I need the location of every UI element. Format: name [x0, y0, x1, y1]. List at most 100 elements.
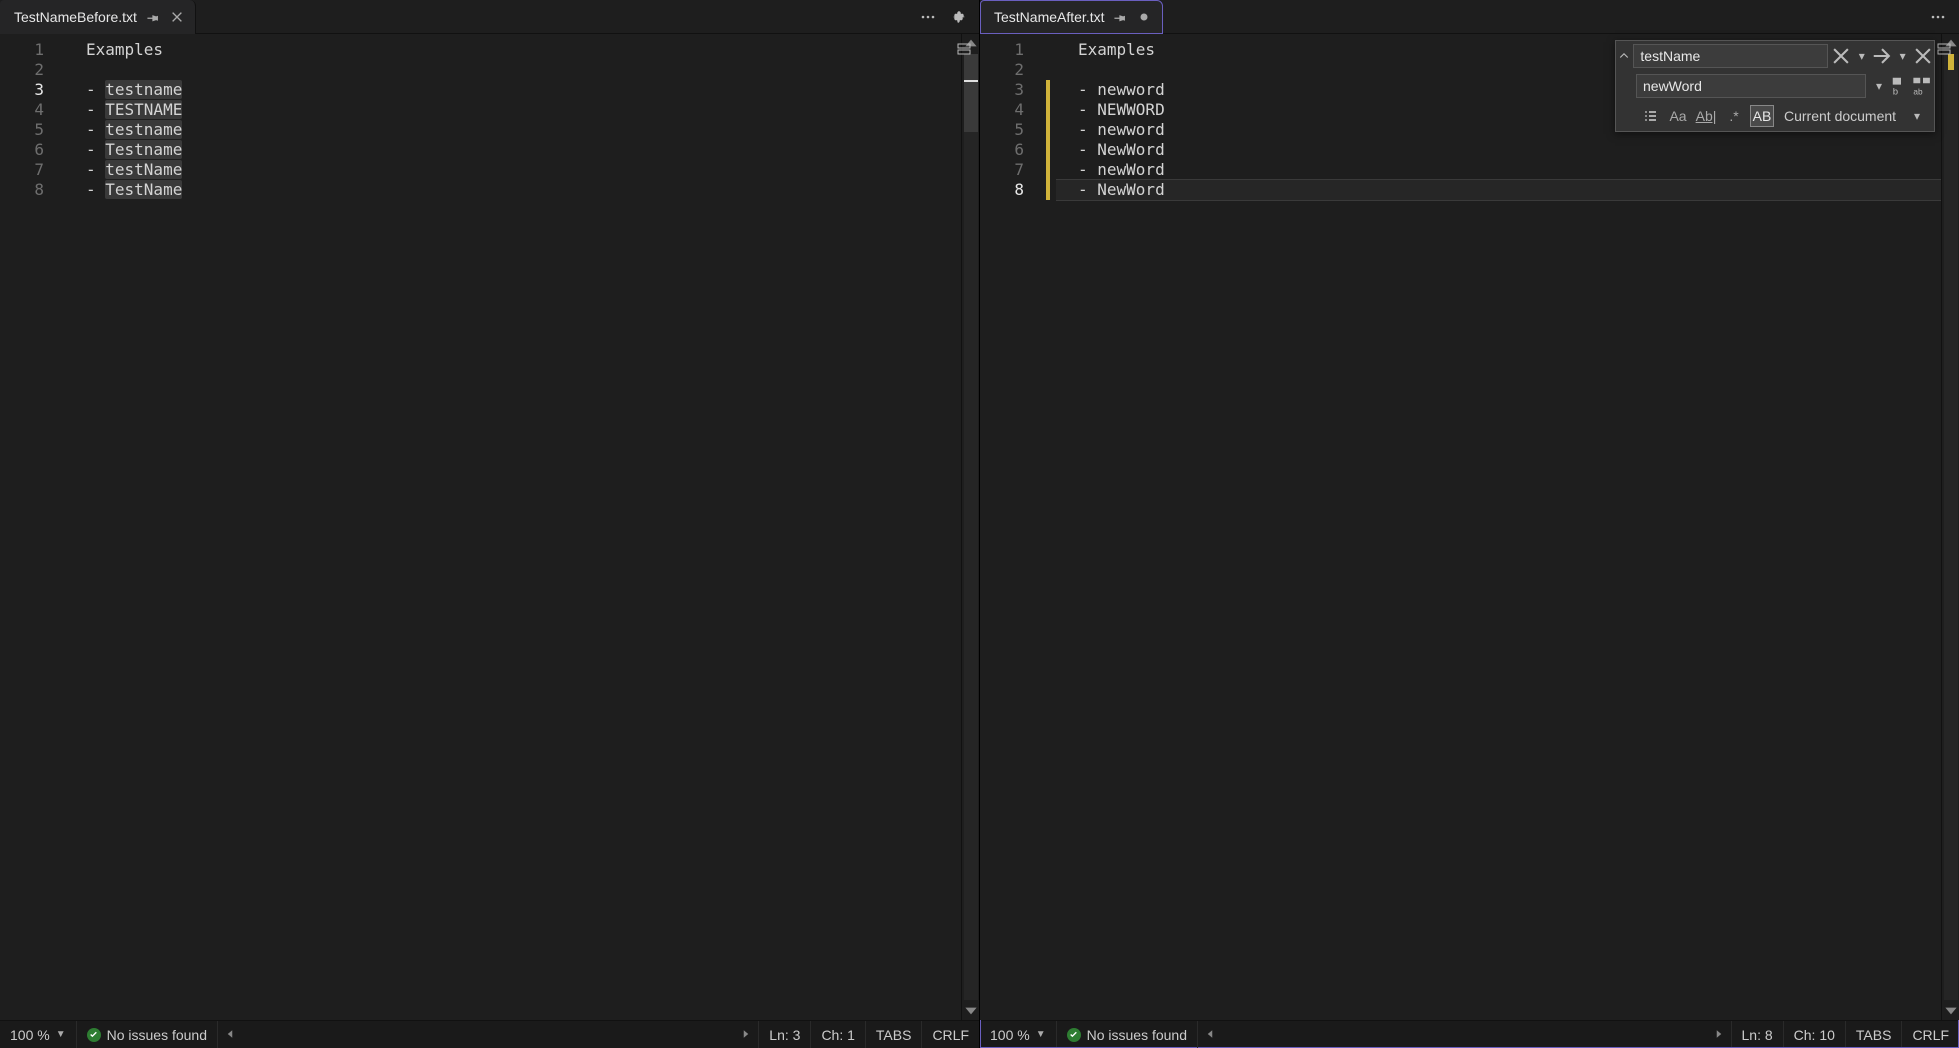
- line-number: 4: [0, 100, 64, 120]
- chevron-down-icon[interactable]: ▾: [1852, 44, 1871, 68]
- line-number: 5: [980, 120, 1044, 140]
- editor-right[interactable]: 12345678 Examples- newword- NEWWORD- new…: [980, 34, 1959, 1020]
- change-marker: [1046, 160, 1050, 180]
- line-number: 1: [0, 40, 64, 60]
- scroll-track[interactable]: [1944, 54, 1958, 1000]
- search-input[interactable]: [1633, 44, 1828, 68]
- status-bar-right: 100 % ▼ No issues found Ln: 8 Ch: 10 TAB…: [980, 1020, 1959, 1048]
- code-line[interactable]: - TESTNAME: [64, 100, 961, 120]
- check-icon: [87, 1028, 101, 1042]
- tab-label: TestNameBefore.txt: [14, 9, 137, 25]
- line-number: 2: [980, 60, 1044, 80]
- match-case-toggle[interactable]: Aa: [1666, 105, 1690, 127]
- scroll-left-icon[interactable]: [1204, 1027, 1216, 1043]
- tab-testnamebefore[interactable]: TestNameBefore.txt: [0, 0, 196, 34]
- chevron-down-icon[interactable]: ▾: [1868, 74, 1890, 98]
- scope-list-icon[interactable]: [1638, 105, 1662, 127]
- code-line[interactable]: - testName: [64, 160, 961, 180]
- code-line[interactable]: - newWord: [1056, 160, 1941, 180]
- code-line[interactable]: Examples: [64, 40, 961, 60]
- replace-all-icon[interactable]: [1912, 74, 1934, 98]
- preserve-case-toggle[interactable]: AB: [1750, 105, 1774, 127]
- change-marker: [1046, 180, 1050, 200]
- pin-icon[interactable]: [1112, 9, 1128, 25]
- status-bar-left: 100 % ▼ No issues found Ln: 3 Ch: 1 TABS…: [0, 1020, 979, 1048]
- line-number-gutter: 12345678: [980, 34, 1044, 1020]
- change-marker: [1046, 60, 1050, 80]
- column-indicator[interactable]: Ch: 1: [810, 1021, 864, 1048]
- indent-mode[interactable]: TABS: [1845, 1021, 1902, 1048]
- code-area[interactable]: Examples- testname- TESTNAME- testname- …: [64, 34, 961, 1020]
- highlighted-text: testname: [105, 80, 182, 99]
- code-line[interactable]: - NewWord: [1056, 140, 1941, 160]
- collapse-icon[interactable]: [1616, 50, 1631, 62]
- scroll-track[interactable]: [964, 54, 978, 1000]
- chevron-down-icon[interactable]: ▾: [1906, 104, 1928, 128]
- line-number: 8: [980, 180, 1044, 200]
- tab-label: TestNameAfter.txt: [994, 9, 1104, 25]
- replace-next-icon[interactable]: [1890, 74, 1912, 98]
- unsaved-dot-icon[interactable]: [1136, 9, 1152, 25]
- more-icon[interactable]: [917, 6, 939, 28]
- code-line[interactable]: - testname: [64, 120, 961, 140]
- zoom-level[interactable]: 100 % ▼: [0, 1021, 76, 1048]
- line-number: 5: [0, 120, 64, 140]
- horizontal-scrollbar[interactable]: [217, 1021, 758, 1048]
- highlighted-text: testname: [105, 120, 182, 139]
- change-marker: [1046, 40, 1050, 60]
- eol-mode[interactable]: CRLF: [921, 1021, 979, 1048]
- line-number: 2: [0, 60, 64, 80]
- issues-status[interactable]: No issues found: [76, 1021, 217, 1048]
- highlighted-text: testName: [105, 160, 182, 179]
- scroll-thumb[interactable]: [964, 54, 978, 132]
- regex-toggle[interactable]: .*: [1722, 105, 1746, 127]
- editor-left[interactable]: 12345678 Examples- testname- TESTNAME- t…: [0, 34, 979, 1020]
- code-line[interactable]: [64, 60, 961, 80]
- eol-mode[interactable]: CRLF: [1901, 1021, 1959, 1048]
- indent-mode[interactable]: TABS: [865, 1021, 922, 1048]
- horizontal-scrollbar[interactable]: [1197, 1021, 1731, 1048]
- vertical-scrollbar[interactable]: [1941, 34, 1959, 1020]
- line-indicator[interactable]: Ln: 8: [1731, 1021, 1783, 1048]
- issues-status[interactable]: No issues found: [1056, 1021, 1197, 1048]
- check-icon: [1067, 1028, 1081, 1042]
- issues-label: No issues found: [1087, 1027, 1187, 1043]
- scroll-left-icon[interactable]: [224, 1027, 236, 1043]
- code-line[interactable]: - TestName: [64, 180, 961, 200]
- change-indicator-bar: [1044, 34, 1056, 1020]
- scroll-down-icon[interactable]: [1942, 1002, 1959, 1020]
- code-line[interactable]: - NewWord: [1056, 179, 1941, 201]
- chevron-down-icon: ▼: [1036, 1029, 1046, 1040]
- scroll-right-icon[interactable]: [1713, 1027, 1725, 1043]
- column-indicator[interactable]: Ch: 10: [1783, 1021, 1845, 1048]
- whole-word-toggle[interactable]: Ab|: [1694, 105, 1718, 127]
- line-indicator[interactable]: Ln: 3: [758, 1021, 810, 1048]
- code-area[interactable]: Examples- newword- NEWWORD- newword- New…: [1056, 34, 1941, 1020]
- scroll-right-icon[interactable]: [740, 1027, 752, 1043]
- line-number: 1: [980, 40, 1044, 60]
- zoom-value: 100 %: [990, 1027, 1030, 1043]
- tab-testnameafter[interactable]: TestNameAfter.txt: [980, 0, 1163, 34]
- change-marker: [1046, 100, 1050, 120]
- code-line[interactable]: - Testname: [64, 140, 961, 160]
- gear-icon[interactable]: [947, 6, 969, 28]
- tabstrip-left: TestNameBefore.txt: [0, 0, 979, 34]
- vertical-scrollbar[interactable]: [961, 34, 979, 1020]
- split-editor-icon[interactable]: [953, 38, 975, 60]
- replace-input[interactable]: [1636, 74, 1866, 98]
- code-line[interactable]: - testname: [64, 80, 961, 100]
- line-number: 7: [980, 160, 1044, 180]
- chevron-down-icon: ▼: [56, 1029, 66, 1040]
- close-icon[interactable]: [1830, 44, 1852, 68]
- scroll-down-icon[interactable]: [962, 1002, 980, 1020]
- line-number: 3: [980, 80, 1044, 100]
- zoom-level[interactable]: 100 % ▼: [980, 1021, 1056, 1048]
- split-editor-icon[interactable]: [1933, 38, 1955, 60]
- line-number: 3: [0, 80, 64, 100]
- pin-icon[interactable]: [145, 9, 161, 25]
- search-scope-label[interactable]: Current document: [1778, 108, 1902, 124]
- editor-pane-right: TestNameAfter.txt ▾ ▾: [980, 0, 1959, 1048]
- close-icon[interactable]: [169, 9, 185, 25]
- find-replace-panel: ▾ ▾ ▾ Aa Ab| .* AB Current document ▾: [1615, 40, 1935, 132]
- highlighted-text: Testname: [105, 140, 182, 159]
